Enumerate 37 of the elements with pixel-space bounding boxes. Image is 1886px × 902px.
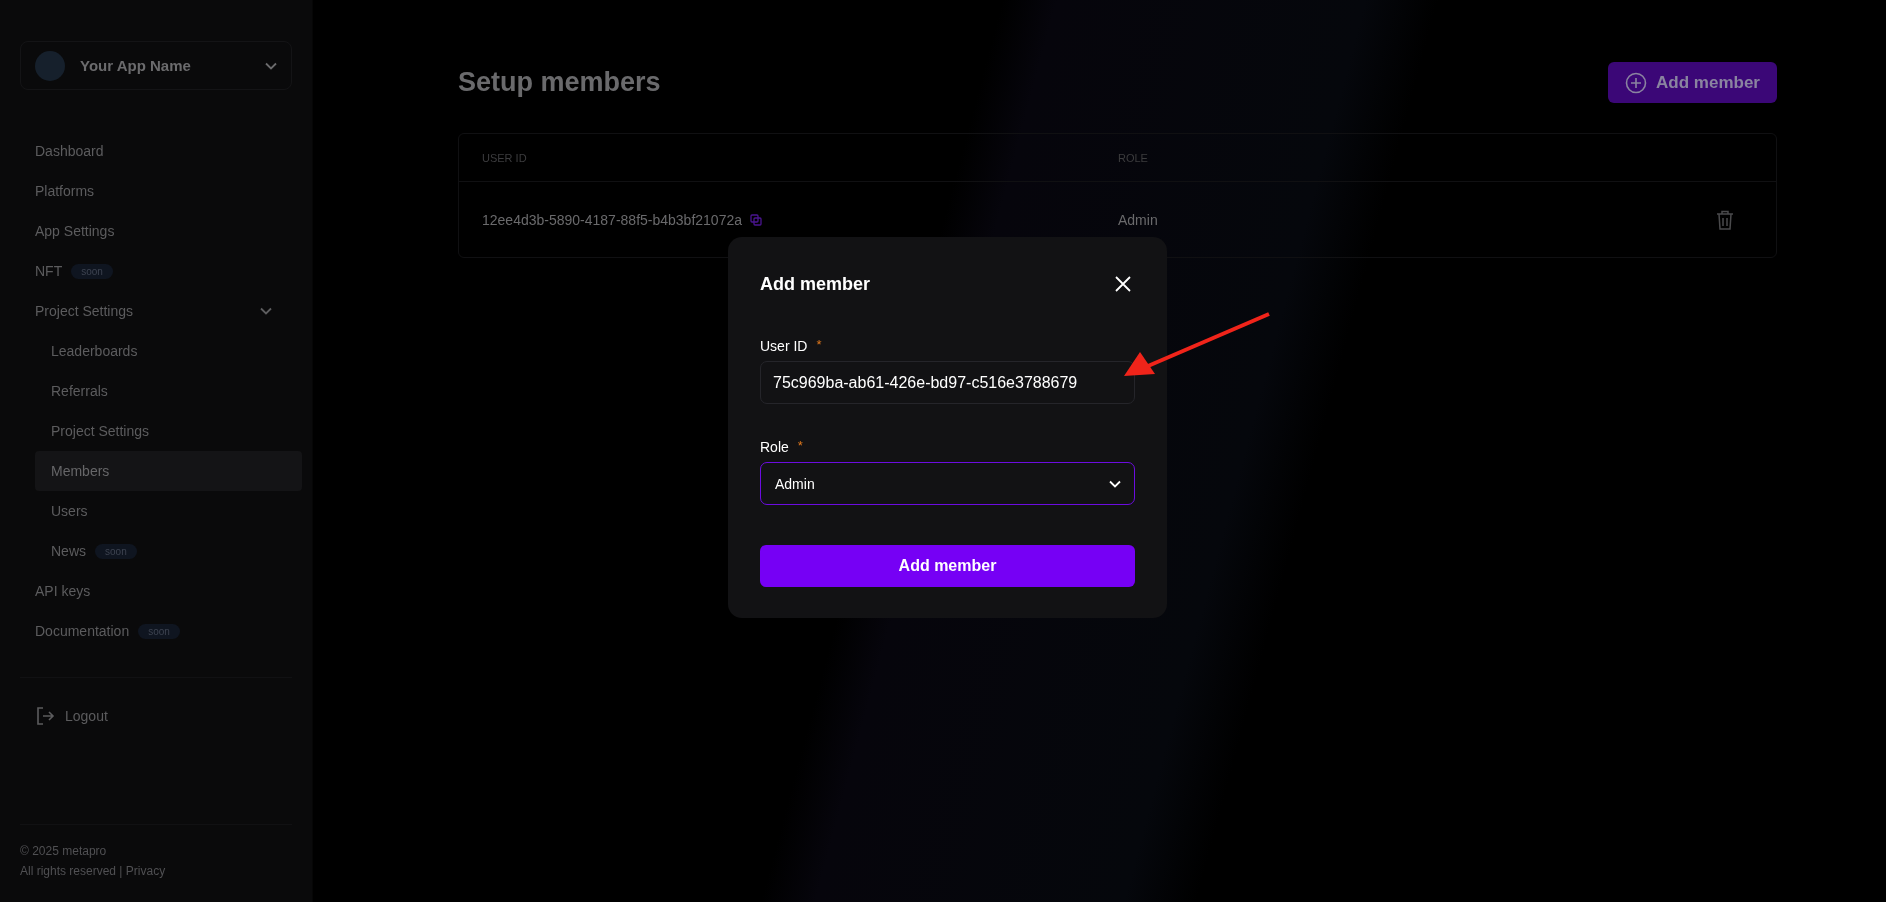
nav-item[interactable]: Leaderboards — [35, 331, 302, 371]
required-mark: * — [816, 337, 822, 352]
nav-item[interactable]: Project Settings — [35, 411, 302, 451]
nav-item[interactable]: Members — [35, 451, 302, 491]
page-title: Setup members — [458, 67, 661, 98]
copyright-text: © 2025 metapro — [20, 843, 108, 860]
close-icon[interactable] — [1115, 276, 1131, 292]
column-header: USER ID — [482, 151, 528, 164]
chevron-icon — [260, 307, 272, 315]
nav-item[interactable]: Users — [35, 491, 302, 531]
field-label: Role — [760, 439, 789, 455]
add-member-button[interactable]: Add member — [1608, 62, 1777, 103]
logout-button[interactable]: Logout — [35, 704, 292, 728]
nav-item[interactable]: Referrals — [35, 371, 302, 411]
nav-item[interactable]: Project Settings — [35, 291, 292, 331]
dialog-title: Add member — [760, 273, 871, 295]
select-field[interactable]: Admin — [760, 462, 1135, 505]
table-cell: 12ee4d3b-5890-4187-88f5-b4b3bf21072a — [482, 211, 742, 228]
trash-icon[interactable] — [1716, 209, 1734, 230]
table-cell-text: Admin — [1118, 211, 1159, 228]
chevron-icon — [1109, 479, 1121, 488]
app-selector[interactable]: Your App Name — [20, 41, 292, 90]
rights-text: All rights reserved | — [20, 864, 123, 878]
nav-item[interactable]: Dashboard — [35, 131, 292, 171]
field-label: User ID — [760, 338, 808, 354]
submit-button[interactable]: Add member — [760, 545, 1135, 587]
plus-circle-icon — [1625, 71, 1648, 94]
nav-item[interactable]: App Settings — [35, 211, 292, 251]
input-field[interactable]: 75c969ba-ab61-426e-bd97-c516e3788679 — [760, 361, 1135, 404]
chevron-icon — [265, 61, 277, 70]
nav-item[interactable]: API keys — [35, 571, 292, 611]
required-mark: * — [797, 438, 803, 453]
logout-icon — [35, 706, 55, 726]
app-avatar — [35, 50, 65, 81]
nav-item[interactable]: Platforms — [35, 171, 292, 211]
copy-icon[interactable] — [750, 213, 762, 226]
privacy-link[interactable]: Privacy — [125, 864, 166, 878]
